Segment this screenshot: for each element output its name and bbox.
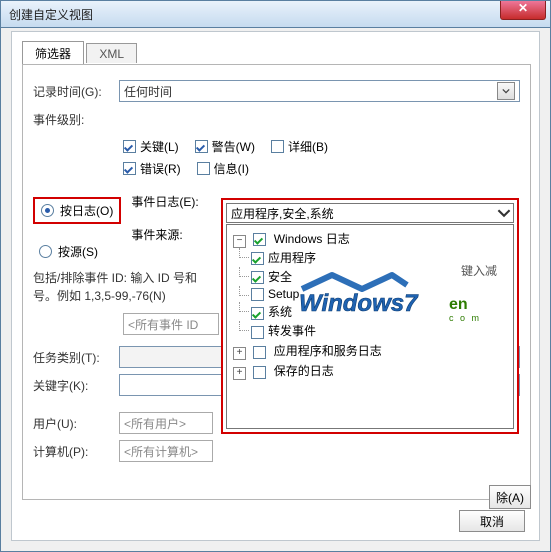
event-logs-selected: 应用程序,安全,系统: [231, 205, 334, 222]
clear-button[interactable]: 除(A): [489, 485, 531, 509]
tree-apps-services[interactable]: + 应用程序和服务日志: [233, 341, 509, 361]
tree-item[interactable]: 安全: [251, 267, 509, 286]
window: 创建自定义视图 ✕ 筛选器 XML 记录时间(G): 任何时间 事件级别: 关键…: [0, 0, 551, 552]
tree-checkbox[interactable]: [253, 366, 266, 379]
error-checkbox[interactable]: 错误(R): [123, 160, 181, 177]
tree-checkbox[interactable]: [251, 288, 264, 301]
tree-checkbox[interactable]: [251, 252, 264, 265]
event-id-input[interactable]: <所有事件 ID: [123, 313, 219, 335]
event-level-label: 事件级别:: [33, 111, 119, 128]
computer-label: 计算机(P):: [33, 443, 119, 460]
log-time-combo[interactable]: 任何时间: [119, 80, 520, 102]
chevron-down-icon[interactable]: [497, 206, 511, 220]
tree-item[interactable]: Setup: [251, 286, 509, 302]
collapse-icon[interactable]: −: [233, 235, 246, 248]
tree-checkbox[interactable]: [251, 271, 264, 284]
keywords-label: 关键字(K):: [33, 377, 119, 394]
warning-checkbox[interactable]: 警告(W): [195, 138, 255, 155]
event-sources-label: 事件来源:: [131, 226, 198, 243]
window-title: 创建自定义视图: [9, 6, 93, 23]
information-checkbox[interactable]: 信息(I): [197, 160, 249, 177]
user-input[interactable]: <所有用户>: [119, 412, 213, 434]
chevron-down-icon[interactable]: [497, 82, 515, 100]
log-time-label: 记录时间(G):: [33, 83, 119, 100]
log-time-value: 任何时间: [124, 83, 172, 100]
client-area: 筛选器 XML 记录时间(G): 任何时间 事件级别: 关键(L) 警告(W) …: [11, 31, 540, 541]
close-icon[interactable]: ✕: [500, 1, 546, 20]
verbose-checkbox[interactable]: 详细(B): [271, 138, 328, 155]
tree-root[interactable]: − Windows 日志 应用程序安全Setup系统转发事件: [233, 229, 509, 341]
event-logs-combo[interactable]: 应用程序,安全,系统: [226, 203, 514, 223]
event-logs-dropdown: 应用程序,安全,系统 − Windows 日志 应用程序安全Setup系统转发事…: [221, 198, 519, 434]
expand-icon[interactable]: +: [233, 367, 246, 380]
tree-checkbox[interactable]: [251, 326, 264, 339]
tree-item[interactable]: 转发事件: [251, 321, 509, 340]
by-source-radio[interactable]: 按源(S): [33, 240, 121, 263]
tree-checkbox[interactable]: [253, 233, 266, 246]
event-logs-label: 事件日志(E):: [131, 193, 198, 210]
tree-item[interactable]: 系统: [251, 302, 509, 321]
expand-icon[interactable]: +: [233, 347, 246, 360]
tree-checkbox[interactable]: [253, 346, 266, 359]
tab-xml[interactable]: XML: [86, 43, 137, 63]
cancel-button[interactable]: 取消: [459, 510, 525, 532]
tabset: 筛选器 XML: [22, 40, 539, 64]
critical-checkbox[interactable]: 关键(L): [123, 138, 179, 155]
computer-input[interactable]: <所有计算机>: [119, 440, 213, 462]
tab-filter[interactable]: 筛选器: [22, 41, 84, 64]
tree-checkbox[interactable]: [251, 307, 264, 320]
event-logs-tree[interactable]: − Windows 日志 应用程序安全Setup系统转发事件 + 应用程序和服务…: [226, 224, 514, 429]
task-category-label: 任务类别(T):: [33, 349, 119, 366]
include-text: 包括/排除事件 ID: 输入 ID 号和 号。例如 1,3,5-99,-76(N…: [33, 269, 208, 305]
tree-item[interactable]: 应用程序: [251, 248, 509, 267]
by-log-radio[interactable]: 按日志(O): [33, 197, 121, 224]
titlebar: 创建自定义视图 ✕: [1, 1, 550, 28]
tree-saved-logs[interactable]: + 保存的日志: [233, 361, 509, 381]
tab-panel: 记录时间(G): 任何时间 事件级别: 关键(L) 警告(W) 详细(B) 错误…: [22, 64, 531, 500]
user-label: 用户(U):: [33, 415, 119, 432]
